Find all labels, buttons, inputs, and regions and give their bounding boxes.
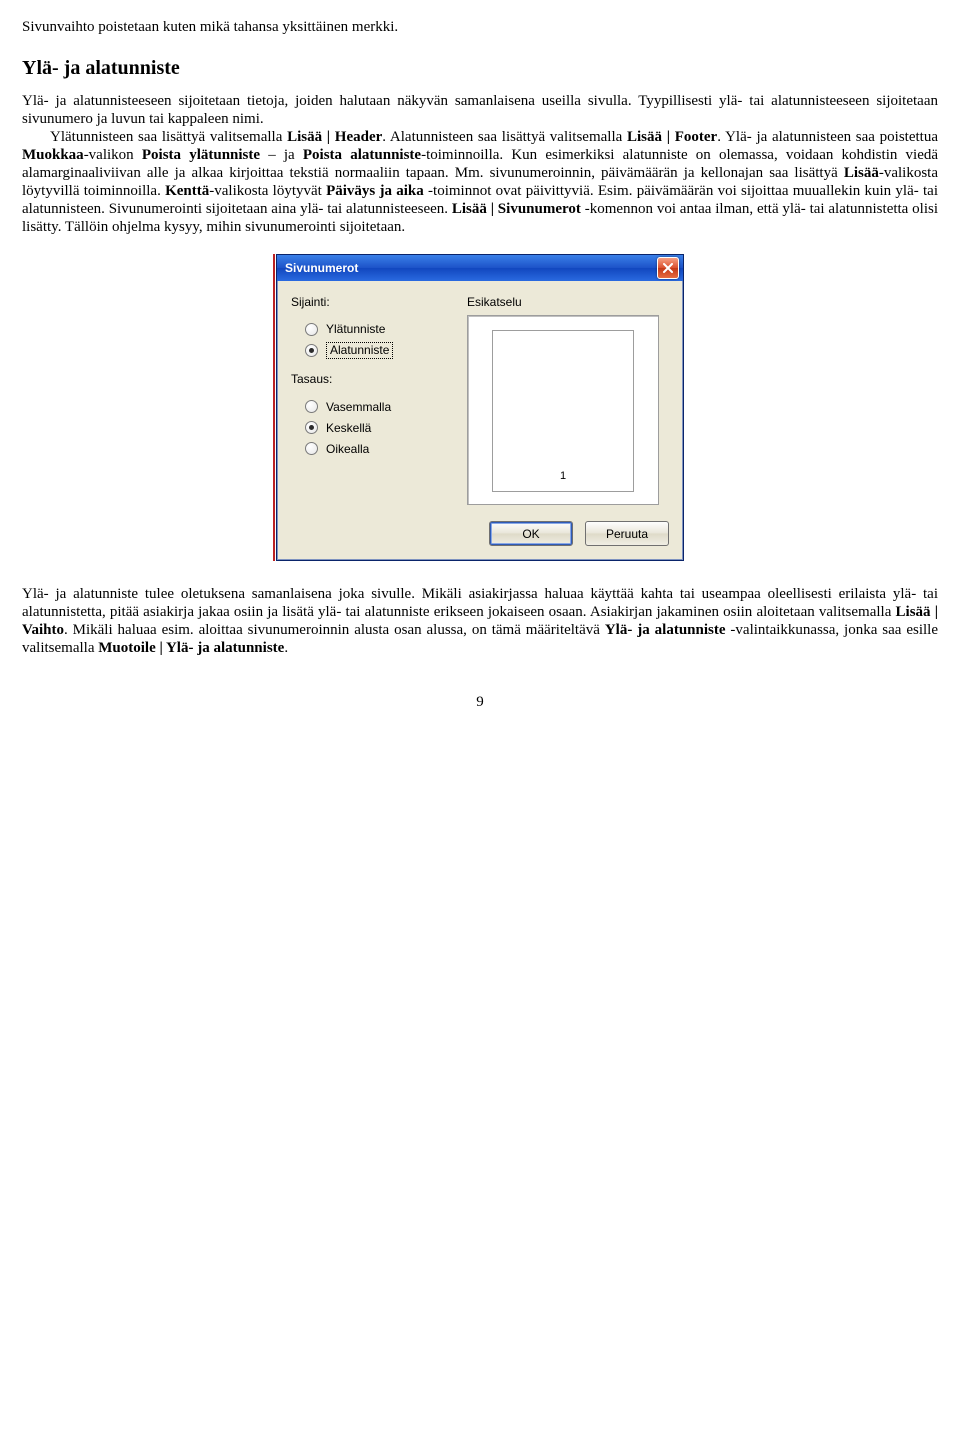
position-label: Sijainti: bbox=[291, 295, 451, 309]
page-number: 9 bbox=[22, 693, 938, 711]
preview-label: Esikatselu bbox=[467, 295, 669, 309]
body-paragraph-1: Ylä- ja alatunnisteeseen sijoitetaan tie… bbox=[22, 92, 938, 236]
menu-ref: Lisää | Footer bbox=[627, 129, 717, 145]
body-paragraph-2: Ylä- ja alatunniste tulee oletuksena sam… bbox=[22, 585, 938, 657]
text: . Alatunnisteen saa lisättyä valitsemall… bbox=[382, 129, 627, 145]
radio-header[interactable]: Ylätunniste bbox=[305, 320, 451, 338]
section-heading: Ylä- ja alatunniste bbox=[22, 56, 938, 80]
ok-button[interactable]: OK bbox=[489, 521, 573, 546]
text: -valikon bbox=[84, 147, 142, 163]
radio-right[interactable]: Oikealla bbox=[305, 440, 451, 458]
preview-pane: 1 bbox=[467, 315, 659, 505]
menu-ref: Poista alatunniste bbox=[303, 147, 421, 163]
radio-icon bbox=[305, 442, 318, 455]
radio-icon bbox=[305, 344, 318, 357]
text: . Mikäli haluaa esim. aloittaa sivunumer… bbox=[64, 622, 605, 638]
preview-page-number: 1 bbox=[560, 470, 566, 483]
radio-footer[interactable]: Alatunniste bbox=[305, 341, 451, 359]
text: – ja bbox=[260, 147, 303, 163]
text: Ylä- ja alatunnisteeseen sijoitetaan tie… bbox=[22, 93, 938, 127]
menu-ref: Kenttä bbox=[165, 183, 209, 199]
radio-label: Vasemmalla bbox=[326, 400, 391, 414]
text: . bbox=[284, 640, 288, 656]
radio-left[interactable]: Vasemmalla bbox=[305, 398, 451, 416]
radio-icon bbox=[305, 323, 318, 336]
dialog-titlebar[interactable]: Sivunumerot bbox=[277, 255, 683, 281]
alignment-label: Tasaus: bbox=[291, 372, 451, 386]
radio-center[interactable]: Keskellä bbox=[305, 419, 451, 437]
menu-ref: Päiväys ja aika bbox=[326, 183, 424, 199]
intro-paragraph: Sivunvaihto poistetaan kuten mikä tahans… bbox=[22, 18, 938, 36]
text: . Ylä- ja alatunnisteen saa poistettua bbox=[717, 129, 938, 145]
menu-ref: Ylä- ja alatunniste bbox=[605, 622, 726, 638]
menu-ref: Lisää bbox=[844, 165, 879, 181]
menu-ref: Muotoile | Ylä- ja alatunniste bbox=[98, 640, 284, 656]
menu-ref: Muokkaa bbox=[22, 147, 84, 163]
close-icon[interactable] bbox=[657, 257, 679, 279]
cancel-button[interactable]: Peruuta bbox=[585, 521, 669, 546]
menu-ref: Lisää | Header bbox=[287, 129, 382, 145]
page-numbers-dialog: Sivunumerot Sijainti: Ylätunniste bbox=[276, 254, 684, 561]
menu-ref: Poista ylätunniste bbox=[142, 147, 260, 163]
radio-icon bbox=[305, 400, 318, 413]
text: Ylätunnisteen saa lisättyä valitsemalla bbox=[50, 129, 287, 145]
dialog-title: Sivunumerot bbox=[285, 261, 358, 275]
position-radio-group: Ylätunniste Alatunniste bbox=[291, 315, 451, 372]
crop-edge-marker bbox=[273, 254, 275, 561]
radio-label: Alatunniste bbox=[326, 342, 393, 358]
text: Ylä- ja alatunniste tulee oletuksena sam… bbox=[22, 586, 938, 620]
radio-icon bbox=[305, 421, 318, 434]
text: -valikosta löytyvät bbox=[209, 183, 326, 199]
menu-ref: Lisää | Sivunumerot bbox=[452, 201, 581, 217]
alignment-radio-group: Vasemmalla Keskellä Oikealla bbox=[291, 393, 451, 471]
radio-label: Keskellä bbox=[326, 421, 371, 435]
dialog-screenshot: Sivunumerot Sijainti: Ylätunniste bbox=[22, 254, 938, 561]
preview-page: 1 bbox=[492, 330, 634, 492]
radio-label: Ylätunniste bbox=[326, 322, 385, 336]
radio-label: Oikealla bbox=[326, 442, 369, 456]
